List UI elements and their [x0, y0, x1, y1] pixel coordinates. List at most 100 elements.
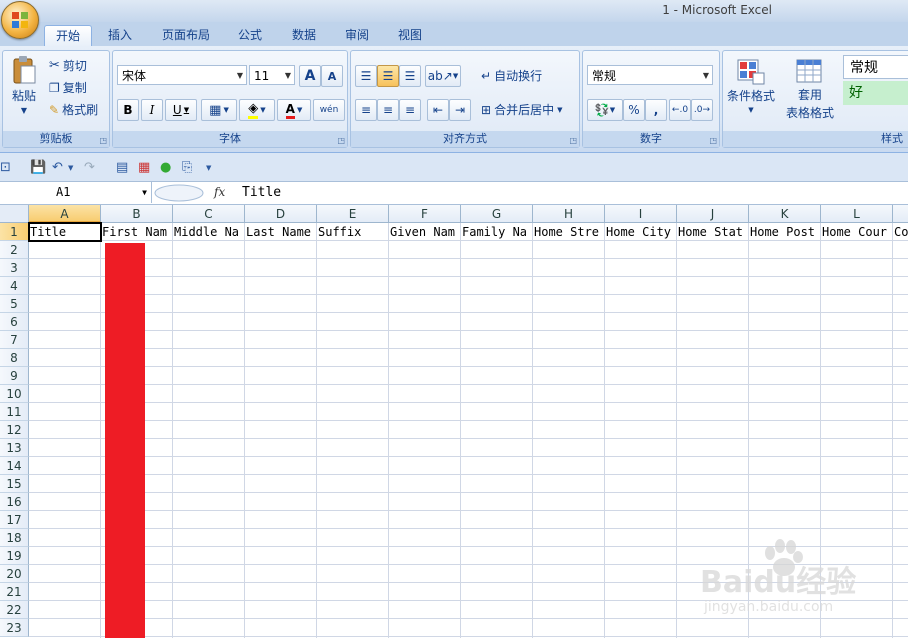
column-header-j[interactable]: J: [677, 205, 749, 223]
circle-icon[interactable]: ●: [160, 160, 171, 175]
row-header-21[interactable]: 21: [0, 583, 29, 601]
header-cell[interactable]: Home Stat: [677, 223, 749, 241]
cut-button[interactable]: ✂ 剪切: [49, 57, 87, 74]
accounting-format-button[interactable]: 💱 ▼: [587, 99, 623, 121]
qat-customize-left-icon[interactable]: ⊡: [0, 160, 11, 175]
paste-dropdown-icon[interactable]: ▼: [21, 106, 27, 115]
font-launcher-icon[interactable]: ◳: [337, 136, 345, 145]
export-icon[interactable]: ⎘: [182, 160, 192, 175]
align-center-button[interactable]: ≡: [377, 99, 399, 121]
column-header-i[interactable]: I: [605, 205, 677, 223]
undo-icon[interactable]: ↶: [52, 160, 63, 175]
bold-button[interactable]: B: [117, 99, 139, 121]
name-box[interactable]: A1 ▼: [0, 182, 152, 203]
row-header-8[interactable]: 8: [0, 349, 29, 367]
chevron-down-icon[interactable]: ▼: [68, 164, 73, 172]
style-good-cell[interactable]: 好: [843, 81, 908, 105]
align-bottom-button[interactable]: ☰: [399, 65, 421, 87]
shrink-font-button[interactable]: A: [321, 65, 343, 87]
column-header-b[interactable]: B: [101, 205, 173, 223]
fill-color-button[interactable]: ◈ ▼: [239, 99, 275, 121]
row-header-5[interactable]: 5: [0, 295, 29, 313]
formula-input[interactable]: Title: [242, 182, 281, 203]
column-header-d[interactable]: D: [245, 205, 317, 223]
row-header-17[interactable]: 17: [0, 511, 29, 529]
increase-decimal-button[interactable]: ←.0: [669, 99, 691, 121]
tab-view[interactable]: 视图: [390, 25, 430, 46]
alignment-launcher-icon[interactable]: ◳: [569, 136, 577, 145]
column-header-partial[interactable]: [893, 205, 908, 223]
header-cell[interactable]: Home Post: [749, 223, 821, 241]
active-cell[interactable]: [28, 222, 102, 242]
row-header-19[interactable]: 19: [0, 547, 29, 565]
row-header-14[interactable]: 14: [0, 457, 29, 475]
row-header-2[interactable]: 2: [0, 241, 29, 259]
row-header-7[interactable]: 7: [0, 331, 29, 349]
align-middle-button[interactable]: ☰: [377, 65, 399, 87]
font-color-button[interactable]: A ▼: [277, 99, 311, 121]
row-header-1[interactable]: 1: [0, 223, 29, 241]
paste-button[interactable]: 粘贴 ▼: [7, 55, 41, 125]
column-header-k[interactable]: K: [749, 205, 821, 223]
row-header-3[interactable]: 3: [0, 259, 29, 277]
tab-review[interactable]: 审阅: [337, 25, 377, 46]
phonetic-button[interactable]: wén: [313, 99, 345, 121]
row-header-6[interactable]: 6: [0, 313, 29, 331]
orientation-button[interactable]: ab↗ ▼: [425, 65, 461, 87]
row-header-22[interactable]: 22: [0, 601, 29, 619]
number-launcher-icon[interactable]: ◳: [709, 136, 717, 145]
office-button[interactable]: [1, 1, 39, 39]
align-top-button[interactable]: ☰: [355, 65, 377, 87]
row-header-9[interactable]: 9: [0, 367, 29, 385]
column-header-c[interactable]: C: [173, 205, 245, 223]
header-cell[interactable]: Family Na: [461, 223, 533, 241]
row-header-20[interactable]: 20: [0, 565, 29, 583]
italic-button[interactable]: I: [141, 99, 163, 121]
borders-button[interactable]: ▦ ▼: [201, 99, 237, 121]
tab-home[interactable]: 开始: [44, 25, 92, 47]
select-all-corner[interactable]: [0, 205, 29, 223]
header-cell[interactable]: Suffix: [317, 223, 389, 241]
font-size-combo[interactable]: 11 ▼: [249, 65, 295, 85]
comma-button[interactable]: ,: [645, 99, 667, 121]
underline-button[interactable]: U ▼: [165, 99, 197, 121]
header-cell[interactable]: Home City: [605, 223, 677, 241]
decrease-indent-button[interactable]: ⇤: [427, 99, 449, 121]
format-as-table-button[interactable]: 套用 表格格式: [779, 59, 841, 121]
copy-button[interactable]: ❐ 复制: [49, 79, 87, 96]
header-cell[interactable]: First Nam: [101, 223, 173, 241]
redo-icon[interactable]: ↷: [84, 160, 95, 175]
tab-formulas[interactable]: 公式: [230, 25, 270, 46]
header-cell[interactable]: Given Nam: [389, 223, 461, 241]
qat-customize-icon[interactable]: ▼: [206, 164, 211, 172]
percent-button[interactable]: %: [623, 99, 645, 121]
header-cell[interactable]: Co: [893, 223, 908, 241]
font-name-combo[interactable]: 宋体 ▼: [117, 65, 247, 85]
column-header-g[interactable]: G: [461, 205, 533, 223]
delete-sheet-icon[interactable]: ▦: [138, 160, 150, 175]
style-normal-cell[interactable]: 常规: [843, 55, 908, 79]
column-header-f[interactable]: F: [389, 205, 461, 223]
number-format-combo[interactable]: 常规 ▼: [587, 65, 713, 85]
clipboard-launcher-icon[interactable]: ◳: [99, 136, 107, 145]
increase-indent-button[interactable]: ⇥: [449, 99, 471, 121]
row-header-23[interactable]: 23: [0, 619, 29, 637]
row-header-12[interactable]: 12: [0, 421, 29, 439]
header-cell[interactable]: Last Name: [245, 223, 317, 241]
merge-center-button[interactable]: ⊞ 合并后居中 ▼: [481, 101, 562, 118]
save-icon[interactable]: 💾: [30, 160, 46, 175]
row-header-10[interactable]: 10: [0, 385, 29, 403]
column-header-l[interactable]: L: [821, 205, 893, 223]
header-cell[interactable]: Home Cour: [821, 223, 893, 241]
print-preview-icon[interactable]: ▤: [116, 160, 128, 175]
align-left-button[interactable]: ≡: [355, 99, 377, 121]
row-header-11[interactable]: 11: [0, 403, 29, 421]
row-header-15[interactable]: 15: [0, 475, 29, 493]
conditional-formatting-button[interactable]: 条件格式 ▼: [725, 59, 777, 114]
row-header-4[interactable]: 4: [0, 277, 29, 295]
row-header-18[interactable]: 18: [0, 529, 29, 547]
header-cell[interactable]: Middle Na: [173, 223, 245, 241]
tab-page-layout[interactable]: 页面布局: [154, 25, 218, 46]
row-header-13[interactable]: 13: [0, 439, 29, 457]
grow-font-button[interactable]: A: [299, 65, 321, 87]
